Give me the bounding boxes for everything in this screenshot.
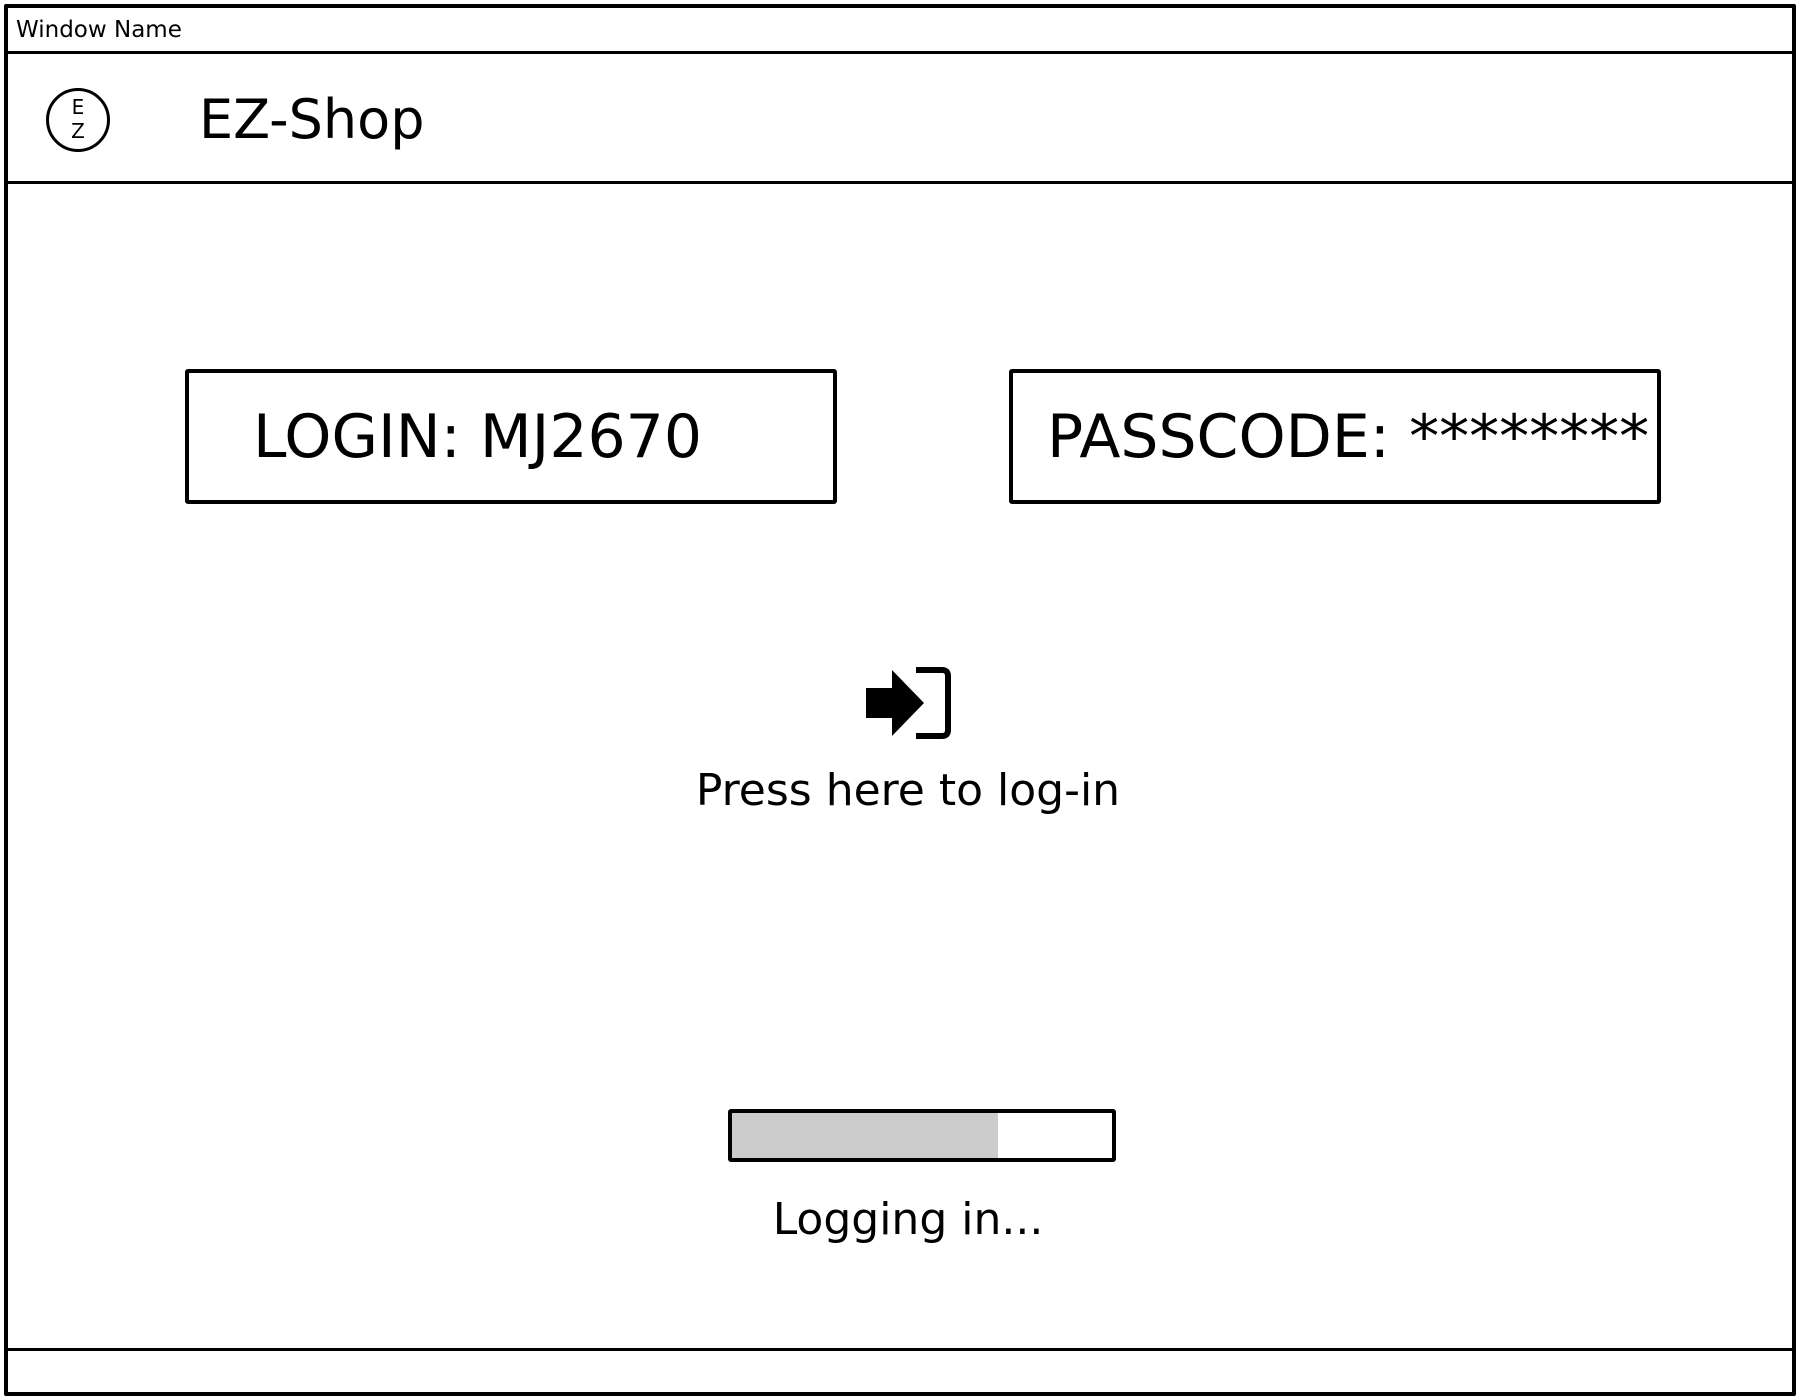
ez-logo-icon: E Z bbox=[46, 88, 110, 152]
progress-fill bbox=[732, 1113, 998, 1158]
window-title: Window Name bbox=[16, 17, 182, 43]
login-field-text: LOGIN: MJ2670 bbox=[253, 401, 703, 472]
login-status-text: Logging in... bbox=[772, 1194, 1044, 1245]
window-titlebar: Window Name bbox=[8, 8, 1792, 54]
passcode-field[interactable]: PASSCODE: ******** bbox=[1009, 369, 1661, 504]
login-progress-bar bbox=[728, 1109, 1116, 1162]
window-footer-bar bbox=[8, 1348, 1792, 1392]
app-header: E Z EZ-Shop bbox=[8, 54, 1792, 184]
passcode-field-text: PASSCODE: ******** bbox=[1047, 401, 1650, 472]
sign-in-icon[interactable] bbox=[864, 666, 952, 740]
login-button[interactable]: Press here to log-in bbox=[8, 666, 1800, 846]
logo-letter-bottom: Z bbox=[71, 119, 85, 143]
logo-letter-top: E bbox=[71, 95, 85, 119]
login-field[interactable]: LOGIN: MJ2670 bbox=[185, 369, 837, 504]
app-title: EZ-Shop bbox=[199, 88, 425, 151]
login-button-label: Press here to log-in bbox=[695, 765, 1121, 816]
app-window: Window Name E Z EZ-Shop LOGIN: MJ2670 PA… bbox=[4, 4, 1796, 1396]
